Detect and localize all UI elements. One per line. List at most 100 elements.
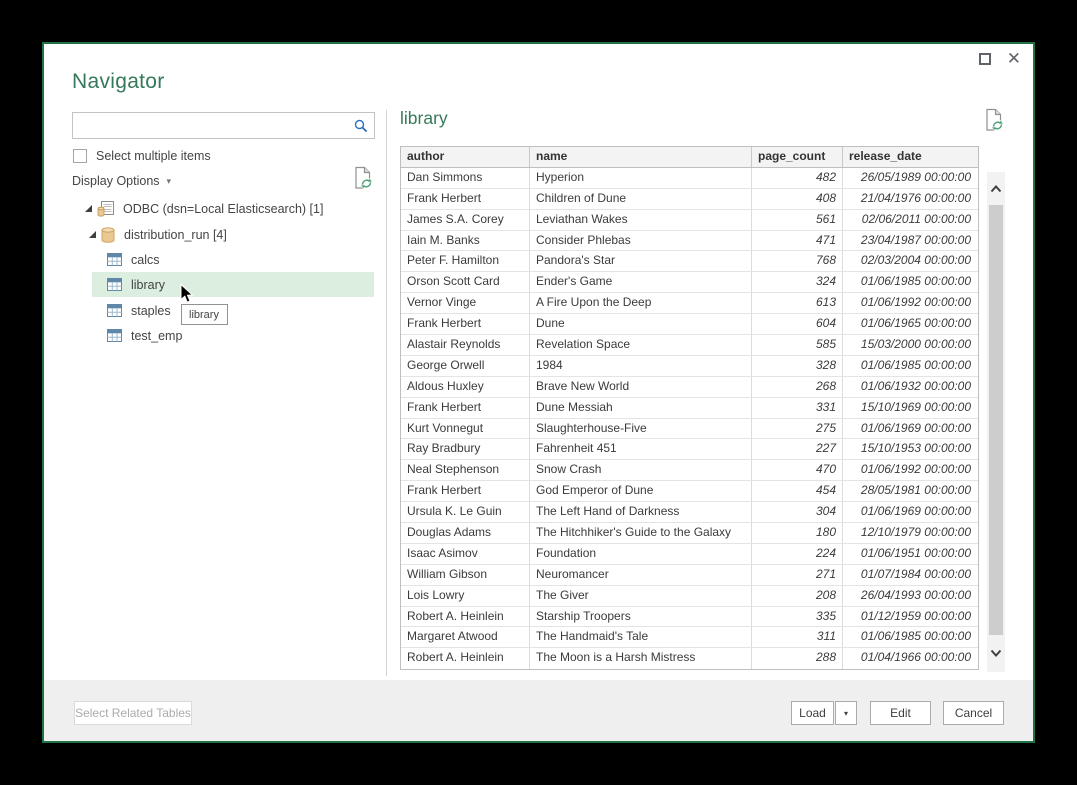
tree-item-library[interactable]: library bbox=[107, 272, 165, 297]
table-row[interactable]: Peter F. Hamilton Pandora's Star 768 02/… bbox=[401, 251, 978, 272]
cell-release-date: 12/10/1979 00:00:00 bbox=[843, 523, 977, 543]
table-row[interactable]: George Orwell 1984 328 01/06/1985 00:00:… bbox=[401, 356, 978, 377]
table-icon bbox=[107, 329, 122, 342]
select-multiple-row[interactable]: Select multiple items bbox=[73, 149, 211, 163]
tree-item-label: staples bbox=[131, 304, 171, 318]
cell-release-date: 01/12/1959 00:00:00 bbox=[843, 607, 977, 627]
search-icon[interactable] bbox=[354, 119, 368, 133]
cell-author: Frank Herbert bbox=[401, 314, 530, 334]
refresh-tree-icon[interactable] bbox=[353, 166, 373, 195]
column-header-name[interactable]: name bbox=[530, 147, 752, 167]
cell-release-date: 01/04/1966 00:00:00 bbox=[843, 648, 977, 669]
tree-item-staples[interactable]: staples bbox=[107, 298, 171, 323]
table-row[interactable]: Dan Simmons Hyperion 482 26/05/1989 00:0… bbox=[401, 168, 978, 189]
tree-item-label: calcs bbox=[131, 253, 159, 267]
scroll-up-icon[interactable] bbox=[990, 180, 1002, 198]
mouse-cursor-icon bbox=[180, 284, 194, 309]
edit-button[interactable]: Edit bbox=[870, 701, 931, 725]
cell-name: Dune bbox=[530, 314, 752, 334]
select-related-tables-button[interactable]: Select Related Tables bbox=[74, 701, 192, 725]
tree-node-distribution-run[interactable]: distribution_run [4] bbox=[88, 222, 227, 247]
cell-page-count: 470 bbox=[752, 460, 843, 480]
column-header-page-count[interactable]: page_count bbox=[752, 147, 843, 167]
table-row[interactable]: Vernor Vinge A Fire Upon the Deep 613 01… bbox=[401, 293, 978, 314]
cell-release-date: 01/06/1985 00:00:00 bbox=[843, 356, 977, 376]
table-row[interactable]: Orson Scott Card Ender's Game 324 01/06/… bbox=[401, 272, 978, 293]
cell-release-date: 01/06/1951 00:00:00 bbox=[843, 544, 977, 564]
table-row[interactable]: Iain M. Banks Consider Phlebas 471 23/04… bbox=[401, 231, 978, 252]
maximize-icon[interactable] bbox=[979, 53, 991, 65]
tree-item-calcs[interactable]: calcs bbox=[107, 247, 159, 272]
table-row[interactable]: Alastair Reynolds Revelation Space 585 1… bbox=[401, 335, 978, 356]
cell-author: Ursula K. Le Guin bbox=[401, 502, 530, 522]
table-row[interactable]: William Gibson Neuromancer 271 01/07/198… bbox=[401, 565, 978, 586]
table-row[interactable]: Frank Herbert God Emperor of Dune 454 28… bbox=[401, 481, 978, 502]
cell-release-date: 01/06/1969 00:00:00 bbox=[843, 502, 977, 522]
cell-page-count: 224 bbox=[752, 544, 843, 564]
cell-name: Revelation Space bbox=[530, 335, 752, 355]
table-row[interactable]: Kurt Vonnegut Slaughterhouse-Five 275 01… bbox=[401, 419, 978, 440]
cell-author: George Orwell bbox=[401, 356, 530, 376]
load-button[interactable]: Load bbox=[791, 701, 834, 725]
tree-node-odbc-source[interactable]: ODBC (dsn=Local Elasticsearch) [1] bbox=[84, 196, 323, 221]
search-input[interactable] bbox=[73, 113, 354, 138]
cell-release-date: 02/06/2011 00:00:00 bbox=[843, 210, 977, 230]
expand-collapse-icon[interactable] bbox=[88, 230, 97, 239]
tree-node-label: ODBC (dsn=Local Elasticsearch) [1] bbox=[123, 202, 323, 216]
cell-author: Douglas Adams bbox=[401, 523, 530, 543]
cell-author: Kurt Vonnegut bbox=[401, 419, 530, 439]
table-row[interactable]: Neal Stephenson Snow Crash 470 01/06/199… bbox=[401, 460, 978, 481]
window-controls: ✕ bbox=[979, 52, 1021, 66]
scroll-down-icon[interactable] bbox=[990, 644, 1002, 662]
table-row[interactable]: Frank Herbert Dune 604 01/06/1965 00:00:… bbox=[401, 314, 978, 335]
display-options-dropdown[interactable]: Display Options ▾ bbox=[72, 174, 171, 188]
tree-item-test-emp[interactable]: test_emp bbox=[107, 323, 182, 348]
table-row[interactable]: Douglas Adams The Hitchhiker's Guide to … bbox=[401, 523, 978, 544]
cell-release-date: 01/06/1965 00:00:00 bbox=[843, 314, 977, 334]
display-options-label: Display Options bbox=[72, 174, 160, 188]
select-multiple-checkbox[interactable] bbox=[73, 149, 87, 163]
table-row[interactable]: Ray Bradbury Fahrenheit 451 227 15/10/19… bbox=[401, 439, 978, 460]
footer-bar: Select Related Tables Load ▾ Edit Cancel bbox=[44, 680, 1033, 741]
table-header-row: author name page_count release_date bbox=[401, 147, 978, 168]
cell-release-date: 23/04/1987 00:00:00 bbox=[843, 231, 977, 251]
navigator-dialog: ✕ Navigator Select multiple items Displa… bbox=[42, 42, 1035, 743]
table-row[interactable]: Aldous Huxley Brave New World 268 01/06/… bbox=[401, 377, 978, 398]
cell-name: The Giver bbox=[530, 586, 752, 606]
cell-page-count: 613 bbox=[752, 293, 843, 313]
cell-page-count: 408 bbox=[752, 189, 843, 209]
cell-name: Leviathan Wakes bbox=[530, 210, 752, 230]
cell-author: Aldous Huxley bbox=[401, 377, 530, 397]
search-box[interactable] bbox=[72, 112, 375, 139]
table-row[interactable]: Frank Herbert Children of Dune 408 21/04… bbox=[401, 189, 978, 210]
column-header-author[interactable]: author bbox=[401, 147, 530, 167]
cell-page-count: 208 bbox=[752, 586, 843, 606]
table-row[interactable]: Isaac Asimov Foundation 224 01/06/1951 0… bbox=[401, 544, 978, 565]
cell-page-count: 180 bbox=[752, 523, 843, 543]
table-row[interactable]: James S.A. Corey Leviathan Wakes 561 02/… bbox=[401, 210, 978, 231]
table-body: Dan Simmons Hyperion 482 26/05/1989 00:0… bbox=[401, 168, 978, 669]
cancel-button[interactable]: Cancel bbox=[943, 701, 1004, 725]
scrollbar-thumb[interactable] bbox=[989, 205, 1003, 635]
cell-release-date: 01/06/1932 00:00:00 bbox=[843, 377, 977, 397]
cell-page-count: 768 bbox=[752, 251, 843, 271]
cell-page-count: 268 bbox=[752, 377, 843, 397]
vertical-scrollbar[interactable] bbox=[987, 172, 1005, 672]
cell-release-date: 01/06/1992 00:00:00 bbox=[843, 460, 977, 480]
table-row[interactable]: Robert A. Heinlein The Moon is a Harsh M… bbox=[401, 648, 978, 669]
cell-name: Fahrenheit 451 bbox=[530, 439, 752, 459]
cell-name: Foundation bbox=[530, 544, 752, 564]
table-row[interactable]: Ursula K. Le Guin The Left Hand of Darkn… bbox=[401, 502, 978, 523]
cell-author: Lois Lowry bbox=[401, 586, 530, 606]
refresh-preview-icon[interactable] bbox=[984, 108, 1004, 137]
expand-collapse-icon[interactable] bbox=[84, 204, 93, 213]
table-row[interactable]: Frank Herbert Dune Messiah 331 15/10/196… bbox=[401, 398, 978, 419]
table-row[interactable]: Margaret Atwood The Handmaid's Tale 311 … bbox=[401, 627, 978, 648]
load-dropdown-button[interactable]: ▾ bbox=[835, 701, 857, 725]
column-header-release-date[interactable]: release_date bbox=[843, 147, 977, 167]
cell-release-date: 02/03/2004 00:00:00 bbox=[843, 251, 977, 271]
table-row[interactable]: Robert A. Heinlein Starship Troopers 335… bbox=[401, 607, 978, 628]
table-row[interactable]: Lois Lowry The Giver 208 26/04/1993 00:0… bbox=[401, 586, 978, 607]
close-icon[interactable]: ✕ bbox=[1007, 52, 1021, 66]
cell-page-count: 454 bbox=[752, 481, 843, 501]
